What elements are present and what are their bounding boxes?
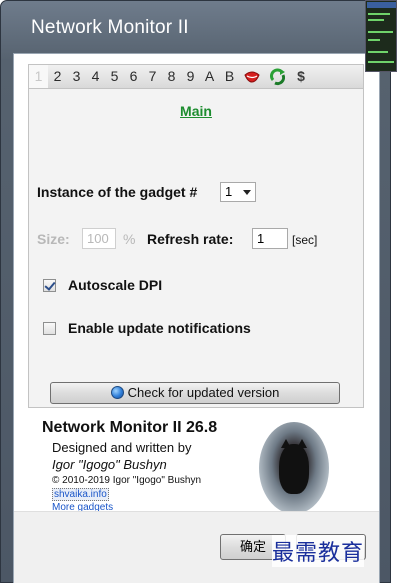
globe-icon [110, 386, 124, 399]
gadget-thumbnail-bar [368, 61, 394, 63]
tab-4[interactable]: 4 [86, 65, 105, 88]
recycle-icon[interactable] [269, 68, 287, 86]
autoscale-dpi-label: Autoscale DPI [68, 277, 163, 293]
autoscale-dpi-checkbox[interactable] [43, 279, 56, 292]
tab-strip: 1 2 3 4 5 6 7 8 9 A B $ [28, 64, 364, 88]
settings-client-area: 1 2 3 4 5 6 7 8 9 A B $ Main Instance of… [13, 53, 380, 583]
chevron-down-icon [243, 190, 251, 195]
refresh-rate-input[interactable]: 1 [252, 228, 288, 249]
gadget-thumbnail-bar [368, 19, 384, 21]
instance-select-value: 1 [225, 184, 233, 199]
about-author: Igor "Igogo" Bushyn [52, 457, 167, 472]
instance-select[interactable]: 1 [220, 182, 256, 202]
window-title: Network Monitor II [31, 17, 189, 38]
tab-6[interactable]: 6 [124, 65, 143, 88]
section-title-main: Main [180, 103, 212, 119]
check-for-updates-label: Check for updated version [127, 385, 280, 400]
watermark-text: 最需教育 [272, 535, 365, 567]
refresh-rate-label: Refresh rate: [147, 231, 234, 247]
cat-silhouette [279, 444, 309, 494]
refresh-rate-unit: [sec] [292, 233, 318, 247]
update-notifications-checkbox[interactable] [43, 322, 56, 335]
tab-5[interactable]: 5 [105, 65, 124, 88]
instance-label: Instance of the gadget # [37, 184, 198, 200]
tab-7[interactable]: 7 [143, 65, 162, 88]
about-title: Network Monitor II 26.8 [42, 419, 218, 436]
tab-3[interactable]: 3 [67, 65, 86, 88]
about-copyright: © 2010-2019 Igor "Igogo" Bushyn [52, 475, 202, 486]
gadget-thumbnail-bar [368, 51, 388, 53]
tab-8[interactable]: 8 [162, 65, 181, 88]
main-settings-panel: Main Instance of the gadget # 1 Size: 10… [28, 88, 364, 408]
tab-b[interactable]: B [220, 65, 239, 88]
gadget-thumbnail-bar [368, 13, 390, 15]
tab-1[interactable]: 1 [29, 65, 48, 88]
update-notifications-label: Enable update notifications [68, 320, 251, 336]
gadget-settings-window: Network Monitor II 1 2 3 4 5 6 7 8 9 A B [0, 0, 391, 583]
title-bar[interactable]: Network Monitor II [1, 1, 390, 53]
lips-icon[interactable] [243, 68, 261, 86]
author-photo [259, 422, 329, 514]
gadget-thumbnail-bar [368, 31, 393, 33]
about-designed-by: Designed and written by [52, 440, 192, 455]
check-for-updates-button[interactable]: Check for updated version [50, 382, 340, 404]
tab-2[interactable]: 2 [48, 65, 67, 88]
size-unit: % [123, 231, 136, 247]
dollar-icon[interactable]: $ [291, 65, 311, 88]
size-label: Size: [37, 231, 70, 247]
network-monitor-gadget-thumbnail[interactable] [365, 0, 397, 72]
gadget-thumbnail-header [367, 2, 396, 8]
size-input[interactable]: 100 [82, 228, 116, 249]
tab-a[interactable]: A [200, 65, 219, 88]
tab-9[interactable]: 9 [181, 65, 200, 88]
gadget-thumbnail-bar [368, 39, 380, 41]
site-link[interactable]: shvaika.info [52, 488, 109, 501]
